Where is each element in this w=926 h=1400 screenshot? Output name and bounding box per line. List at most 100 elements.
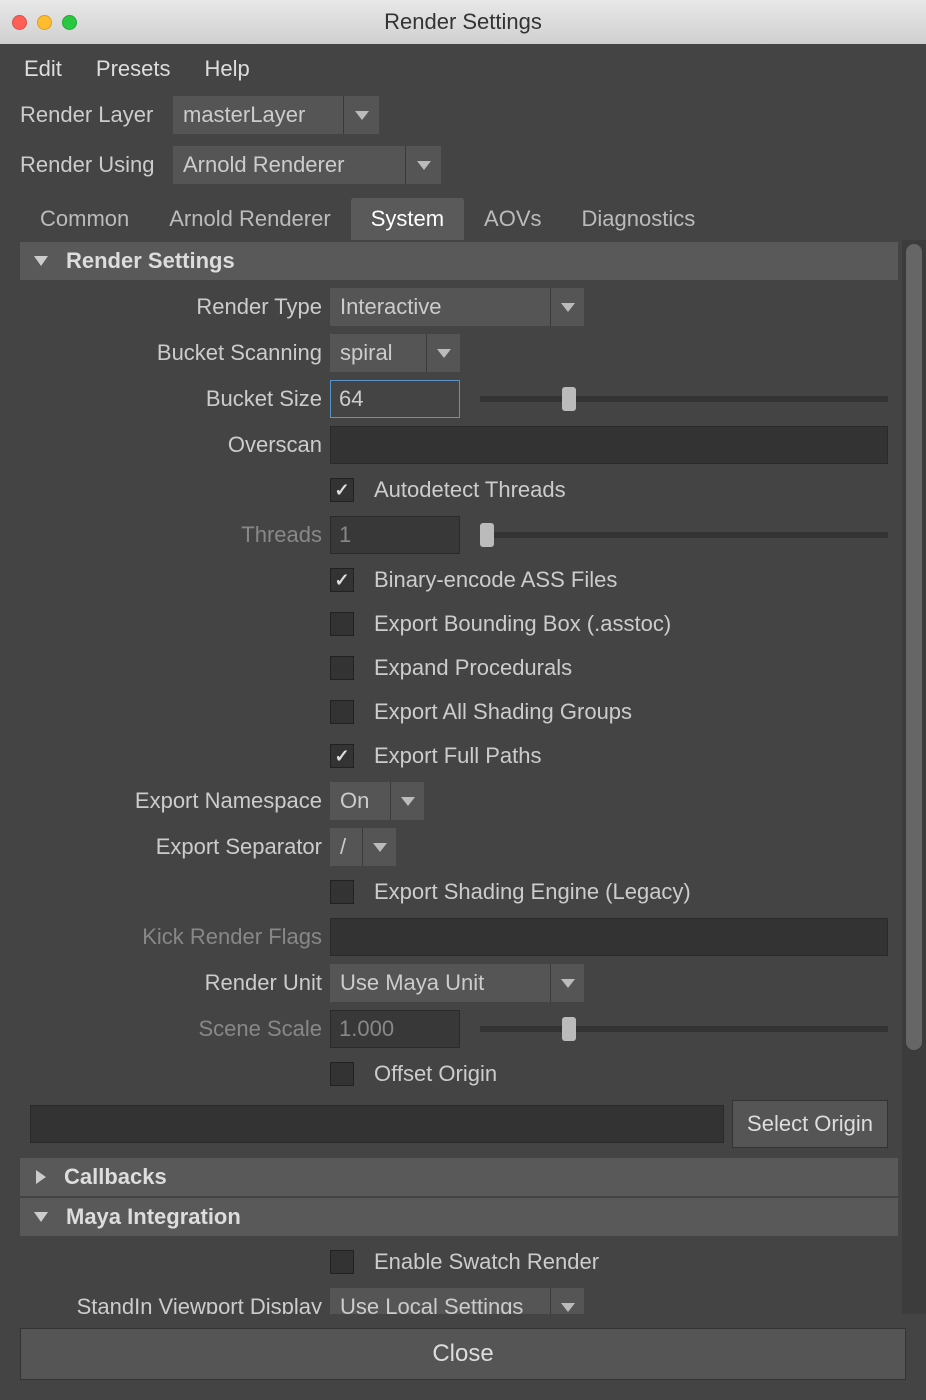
tab-system[interactable]: System	[351, 198, 464, 240]
export-namespace-select[interactable]: On	[330, 782, 424, 820]
disclosure-triangle-icon	[34, 256, 48, 266]
offset-origin-label: Offset Origin	[374, 1061, 497, 1087]
render-type-value: Interactive	[330, 288, 550, 326]
render-type-select[interactable]: Interactive	[330, 288, 584, 326]
export-all-shading-label: Export All Shading Groups	[374, 699, 632, 725]
overscan-row: Overscan	[20, 422, 898, 468]
autodetect-threads-row: Autodetect Threads	[20, 468, 898, 512]
origin-path-input[interactable]	[30, 1105, 724, 1143]
render-unit-label: Render Unit	[20, 970, 330, 996]
render-settings-window: Render Settings Edit Presets Help Render…	[0, 0, 926, 1400]
threads-label: Threads	[20, 522, 330, 548]
kick-render-flags-label: Kick Render Flags	[20, 924, 330, 950]
export-separator-row: Export Separator /	[20, 824, 898, 870]
menu-presets[interactable]: Presets	[96, 56, 171, 82]
menu-edit[interactable]: Edit	[24, 56, 62, 82]
render-settings-form: Render Type Interactive Bucket Scanning …	[20, 280, 898, 1156]
content-wrap: Render Settings Render Type Interactive …	[0, 240, 926, 1314]
scrollbar-thumb[interactable]	[906, 244, 922, 1050]
section-render-settings-header[interactable]: Render Settings	[20, 242, 898, 280]
bucket-size-label: Bucket Size	[20, 386, 330, 412]
standin-viewport-label: StandIn Viewport Display	[20, 1294, 330, 1314]
slider-thumb[interactable]	[562, 387, 576, 411]
autodetect-threads-checkbox[interactable]	[330, 478, 354, 502]
bucket-scanning-label: Bucket Scanning	[20, 340, 330, 366]
export-separator-select[interactable]: /	[330, 828, 396, 866]
bucket-size-row: Bucket Size 64	[20, 376, 898, 422]
export-bbox-label: Export Bounding Box (.asstoc)	[374, 611, 671, 637]
close-button[interactable]: Close	[20, 1328, 906, 1380]
expand-procedurals-checkbox[interactable]	[330, 656, 354, 680]
standin-viewport-select[interactable]: Use Local Settings	[330, 1288, 584, 1314]
vertical-scrollbar[interactable]	[902, 240, 926, 1314]
kick-render-flags-input[interactable]	[330, 918, 888, 956]
slider-thumb	[562, 1017, 576, 1041]
expand-procedurals-label: Expand Procedurals	[374, 655, 572, 681]
render-layer-dropdown[interactable]: masterLayer	[173, 96, 379, 134]
scene-scale-slider	[480, 1026, 888, 1032]
render-using-row: Render Using Arnold Renderer	[20, 146, 906, 184]
render-type-label: Render Type	[20, 294, 330, 320]
section-callbacks-header[interactable]: Callbacks	[20, 1158, 898, 1196]
bucket-size-slider[interactable]	[480, 396, 888, 402]
bucket-scanning-select[interactable]: spiral	[330, 334, 460, 372]
render-unit-select[interactable]: Use Maya Unit	[330, 964, 584, 1002]
binary-encode-row: Binary-encode ASS Files	[20, 558, 898, 602]
menubar: Edit Presets Help	[0, 44, 926, 92]
overscan-input[interactable]	[330, 426, 888, 464]
export-all-shading-checkbox[interactable]	[330, 700, 354, 724]
chevron-down-icon	[405, 146, 441, 184]
section-render-settings-title: Render Settings	[66, 248, 235, 274]
export-namespace-label: Export Namespace	[20, 788, 330, 814]
menu-help[interactable]: Help	[205, 56, 250, 82]
window-title: Render Settings	[0, 9, 926, 35]
export-full-paths-label: Export Full Paths	[374, 743, 542, 769]
tab-diagnostics[interactable]: Diagnostics	[562, 198, 716, 240]
render-using-value: Arnold Renderer	[173, 146, 405, 184]
enable-swatch-label: Enable Swatch Render	[374, 1249, 599, 1275]
autodetect-threads-label: Autodetect Threads	[374, 477, 566, 503]
disclosure-triangle-icon	[36, 1170, 46, 1184]
binary-encode-label: Binary-encode ASS Files	[374, 567, 617, 593]
footer: Close	[0, 1314, 926, 1400]
tab-common[interactable]: Common	[20, 198, 149, 240]
offset-origin-checkbox[interactable]	[330, 1062, 354, 1086]
render-using-label: Render Using	[20, 152, 165, 178]
titlebar: Render Settings	[0, 0, 926, 44]
export-shading-legacy-checkbox[interactable]	[330, 880, 354, 904]
export-separator-label: Export Separator	[20, 834, 330, 860]
scene-scale-input: 1.000	[330, 1010, 460, 1048]
chevron-down-icon	[426, 334, 460, 372]
render-using-dropdown[interactable]: Arnold Renderer	[173, 146, 441, 184]
top-controls: Render Layer masterLayer Render Using Ar…	[0, 92, 926, 198]
export-shading-legacy-label: Export Shading Engine (Legacy)	[374, 879, 691, 905]
section-maya-integration-header[interactable]: Maya Integration	[20, 1198, 898, 1236]
overscan-label: Overscan	[20, 432, 330, 458]
export-all-shading-row: Export All Shading Groups	[20, 690, 898, 734]
enable-swatch-checkbox[interactable]	[330, 1250, 354, 1274]
tab-arnold-renderer[interactable]: Arnold Renderer	[149, 198, 350, 240]
chevron-down-icon	[550, 288, 584, 326]
section-maya-integration-title: Maya Integration	[66, 1204, 241, 1230]
chevron-down-icon	[362, 828, 396, 866]
tab-aovs[interactable]: AOVs	[464, 198, 561, 240]
standin-viewport-row: StandIn Viewport Display Use Local Setti…	[20, 1284, 898, 1314]
threads-input: 1	[330, 516, 460, 554]
kick-render-flags-row: Kick Render Flags	[20, 914, 898, 960]
export-namespace-row: Export Namespace On	[20, 778, 898, 824]
bucket-size-input[interactable]: 64	[330, 380, 460, 418]
offset-origin-row: Offset Origin	[20, 1052, 898, 1096]
export-bbox-checkbox[interactable]	[330, 612, 354, 636]
render-unit-row: Render Unit Use Maya Unit	[20, 960, 898, 1006]
export-full-paths-checkbox[interactable]	[330, 744, 354, 768]
export-bbox-row: Export Bounding Box (.asstoc)	[20, 602, 898, 646]
render-layer-value: masterLayer	[173, 96, 343, 134]
expand-procedurals-row: Expand Procedurals	[20, 646, 898, 690]
tabs-bar: Common Arnold Renderer System AOVs Diagn…	[0, 198, 926, 240]
select-origin-button[interactable]: Select Origin	[732, 1100, 888, 1148]
binary-encode-checkbox[interactable]	[330, 568, 354, 592]
content: Render Settings Render Type Interactive …	[20, 240, 902, 1314]
disclosure-triangle-icon	[34, 1212, 48, 1222]
render-type-row: Render Type Interactive	[20, 284, 898, 330]
export-namespace-value: On	[330, 782, 390, 820]
